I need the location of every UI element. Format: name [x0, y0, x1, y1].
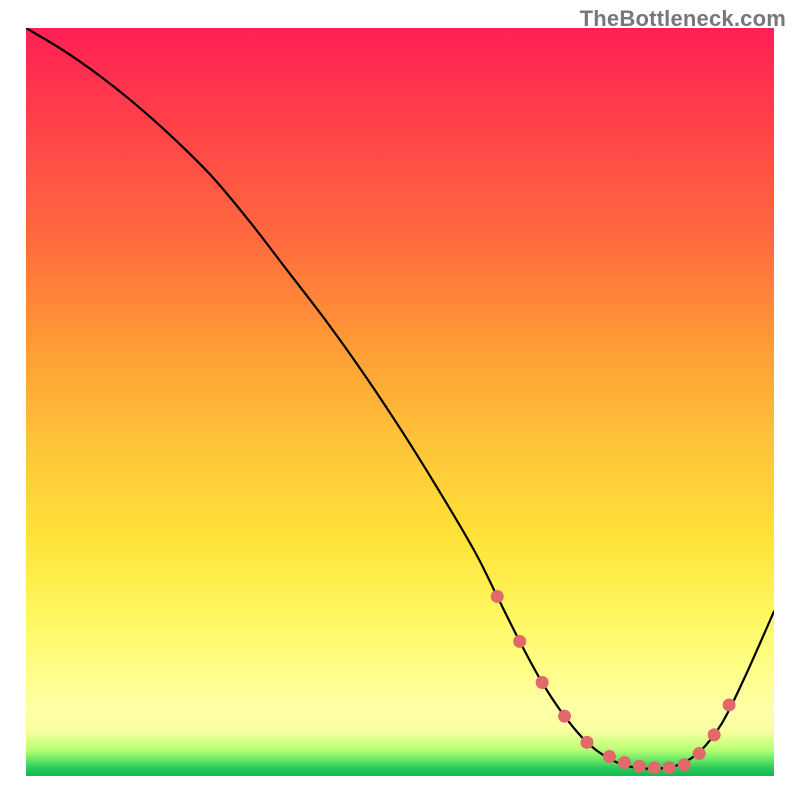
bottleneck-curve: [26, 28, 774, 769]
highlight-dot: [558, 710, 571, 723]
highlight-dots: [491, 590, 736, 774]
highlight-dot: [708, 728, 721, 741]
highlight-dot: [633, 760, 646, 773]
highlight-dot: [618, 756, 631, 769]
highlight-dot: [536, 676, 549, 689]
plot-area: [26, 28, 774, 776]
curve-layer: [26, 28, 774, 776]
highlight-dot: [663, 761, 676, 774]
watermark-text: TheBottleneck.com: [580, 6, 786, 32]
highlight-dot: [693, 747, 706, 760]
highlight-dot: [491, 590, 504, 603]
highlight-dot: [580, 736, 593, 749]
highlight-dot: [513, 635, 526, 648]
chart-container: TheBottleneck.com: [0, 0, 800, 800]
highlight-dot: [723, 698, 736, 711]
highlight-dot: [648, 761, 661, 774]
highlight-dot: [678, 758, 691, 771]
highlight-dot: [603, 750, 616, 763]
